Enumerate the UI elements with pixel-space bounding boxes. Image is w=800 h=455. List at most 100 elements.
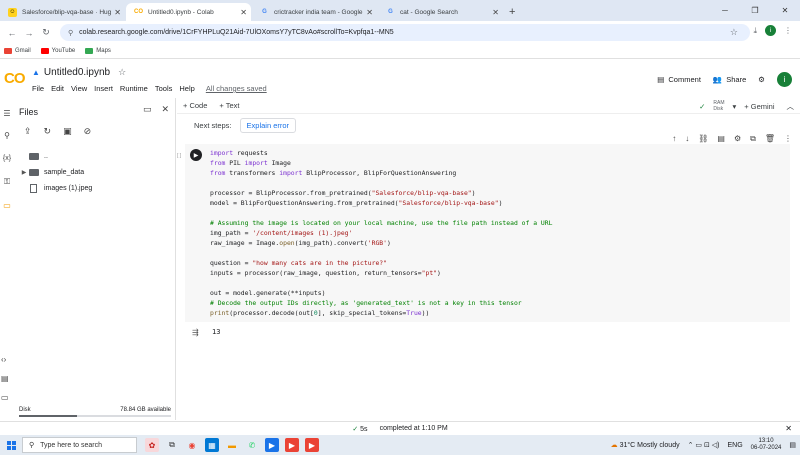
add-code-button[interactable]: + Code xyxy=(183,101,207,110)
taskbar-search[interactable]: ⚲ Type here to search xyxy=(22,437,137,453)
table-of-contents-icon[interactable]: ☰ xyxy=(1,107,13,119)
browser-tab-colab[interactable]: CO Untitled0.ipynb - Colab ✕ xyxy=(126,3,251,21)
mirror-cell-icon[interactable]: ⧉ xyxy=(750,134,756,144)
whatsapp-icon[interactable]: ✆ xyxy=(245,438,259,452)
file-explorer-icon[interactable]: ▬ xyxy=(225,438,239,452)
runtime-dropdown-icon[interactable]: ▾ xyxy=(733,102,737,111)
back-icon[interactable]: ← xyxy=(5,28,19,38)
menu-runtime[interactable]: Runtime xyxy=(120,84,148,93)
expand-icon[interactable]: ▶ xyxy=(19,169,29,176)
cell-output: ⇶ 13 xyxy=(185,322,790,342)
menu-dots-icon[interactable]: ⋮ xyxy=(784,26,792,35)
app-red-2-icon[interactable]: ▶ xyxy=(305,438,319,452)
profile-avatar[interactable]: i xyxy=(765,25,776,36)
file-tree-item-parent[interactable]: .. xyxy=(19,148,174,164)
browser-tab-huggingface[interactable]: ☺ Salesforce/blip-vqa-base · Hug ✕ xyxy=(0,3,125,21)
settings-gear-icon[interactable]: ⚙ xyxy=(758,75,765,84)
weather[interactable]: ☁ 31°C Mostly cloudy xyxy=(611,441,680,449)
download-icon[interactable]: ⤓ xyxy=(753,26,757,36)
comment-cell-icon[interactable]: ▤ xyxy=(717,134,725,144)
search-placeholder: Type here to search xyxy=(40,441,103,449)
command-palette-icon[interactable]: ▤ xyxy=(1,374,9,383)
close-tab-icon[interactable]: ✕ xyxy=(240,8,247,17)
task-view-icon[interactable]: ⧉ xyxy=(165,438,179,452)
add-text-button[interactable]: + Text xyxy=(219,101,239,110)
share-button[interactable]: 👥 Share xyxy=(713,75,746,84)
restore-icon[interactable]: ❐ xyxy=(740,0,770,21)
forward-icon[interactable]: → xyxy=(22,28,36,38)
colab-logo[interactable]: CO xyxy=(4,70,25,87)
variables-icon[interactable]: {x} xyxy=(1,152,13,164)
file-tree-item-image[interactable]: images (1).jpeg xyxy=(19,180,174,196)
flowers-icon[interactable]: ✿ xyxy=(145,438,159,452)
close-window-icon[interactable]: ✕ xyxy=(770,0,800,21)
bookmark-star-icon[interactable]: ☆ xyxy=(730,27,738,38)
notebook-title[interactable]: Untitled0.ipynb xyxy=(44,67,110,78)
language-indicator[interactable]: ENG xyxy=(728,442,743,449)
user-avatar[interactable]: i xyxy=(777,72,792,87)
bookmark-youtube[interactable]: YouTube xyxy=(40,48,75,54)
chrome-icon[interactable]: ◉ xyxy=(185,438,199,452)
app-blue-icon[interactable]: ▶ xyxy=(265,438,279,452)
secrets-key-icon[interactable]: ⚿ xyxy=(1,176,13,188)
store-icon[interactable]: ▦ xyxy=(205,438,219,452)
explain-error-button[interactable]: Explain error xyxy=(239,118,297,133)
cell-settings-icon[interactable]: ⚙ xyxy=(734,134,741,144)
move-down-icon[interactable]: ↓ xyxy=(685,134,689,144)
terminal-icon[interactable]: ▭ xyxy=(1,393,9,402)
menu-help[interactable]: Help xyxy=(179,84,194,93)
gemini-button[interactable]: + Gemini xyxy=(744,102,774,111)
disk-usage-bar xyxy=(19,415,171,417)
notifications-icon[interactable]: ▤ xyxy=(789,441,796,449)
file-name: images (1).jpeg xyxy=(44,184,93,192)
code-snippets-icon[interactable]: ‹› xyxy=(1,355,9,364)
bookmark-gmail[interactable]: Gmail xyxy=(4,48,31,54)
app-red-icon[interactable]: ▶ xyxy=(285,438,299,452)
address-bar[interactable]: ⚲ colab.research.google.com/drive/1CrFYH… xyxy=(60,24,750,41)
reload-icon[interactable]: ↻ xyxy=(39,27,53,38)
bookmark-maps[interactable]: Maps xyxy=(85,48,111,54)
status-close-icon[interactable]: ✕ xyxy=(785,424,792,433)
menu-file[interactable]: File xyxy=(32,84,44,93)
star-icon[interactable]: ☆ xyxy=(118,67,126,78)
close-tab-icon[interactable]: ✕ xyxy=(114,8,121,17)
browser-tab-cat-search[interactable]: G cat - Google Search ✕ xyxy=(378,3,503,21)
minimize-icon[interactable]: ─ xyxy=(710,0,740,21)
files-folder-icon[interactable]: ▭ xyxy=(1,199,13,211)
search-icon[interactable]: ⚲ xyxy=(1,129,13,141)
saved-status[interactable]: All changes saved xyxy=(206,84,267,93)
upload-icon[interactable]: ⇪ xyxy=(24,126,32,137)
comment-button[interactable]: ▤ Comment xyxy=(657,75,701,84)
open-in-tab-icon[interactable]: ▭ xyxy=(143,104,152,115)
more-options-icon[interactable]: ⋮ xyxy=(784,134,792,144)
windows-taskbar: ⚲ Type here to search ✿ ⧉ ◉ ▦ ▬ ✆ ▶ ▶ ▶ … xyxy=(0,435,800,455)
site-info-icon[interactable]: ⚲ xyxy=(68,29,73,37)
browser-tab-crictracker[interactable]: G crictracker india team - Google ✕ xyxy=(252,3,377,21)
close-panel-icon[interactable]: ✕ xyxy=(161,104,169,115)
link-icon[interactable]: ⛓ xyxy=(698,134,708,144)
delete-icon[interactable]: 🗑 xyxy=(765,134,775,144)
system-tray: ☁ 31°C Mostly cloudy ⌃ ▭ ⊡ ◁) ENG 13:10 0… xyxy=(611,435,800,455)
new-tab-button[interactable]: + xyxy=(509,3,515,21)
run-cell-button[interactable]: ▶ xyxy=(190,149,202,161)
menu-view[interactable]: View xyxy=(71,84,87,93)
file-name: .. xyxy=(44,152,48,160)
close-tab-icon[interactable]: ✕ xyxy=(366,8,373,17)
code-editor[interactable]: import requests from PIL import Image fr… xyxy=(210,148,552,318)
move-up-icon[interactable]: ↑ xyxy=(672,134,676,144)
hide-files-icon[interactable]: ⊘ xyxy=(84,126,92,137)
file-tree-item-sample-data[interactable]: ▶ sample_data xyxy=(19,164,174,180)
tray-icons[interactable]: ⌃ ▭ ⊡ ◁) xyxy=(688,441,720,449)
output-toggle-icon[interactable]: ⇶ xyxy=(192,328,204,337)
close-tab-icon[interactable]: ✕ xyxy=(492,8,499,17)
code-cell[interactable]: [ ] ▶ import requests from PIL import Im… xyxy=(177,144,790,322)
menu-edit[interactable]: Edit xyxy=(51,84,64,93)
menu-insert[interactable]: Insert xyxy=(94,84,113,93)
ram-disk-indicator[interactable]: RAM Disk xyxy=(713,100,724,112)
taskbar-clock[interactable]: 13:10 06-07-2024 xyxy=(751,438,782,452)
menu-tools[interactable]: Tools xyxy=(155,84,173,93)
windows-start-icon[interactable] xyxy=(0,440,22,450)
mount-drive-icon[interactable]: ▣ xyxy=(63,126,72,137)
collapse-header-icon[interactable]: ︿ xyxy=(787,101,795,112)
refresh-icon[interactable]: ↻ xyxy=(44,126,52,137)
